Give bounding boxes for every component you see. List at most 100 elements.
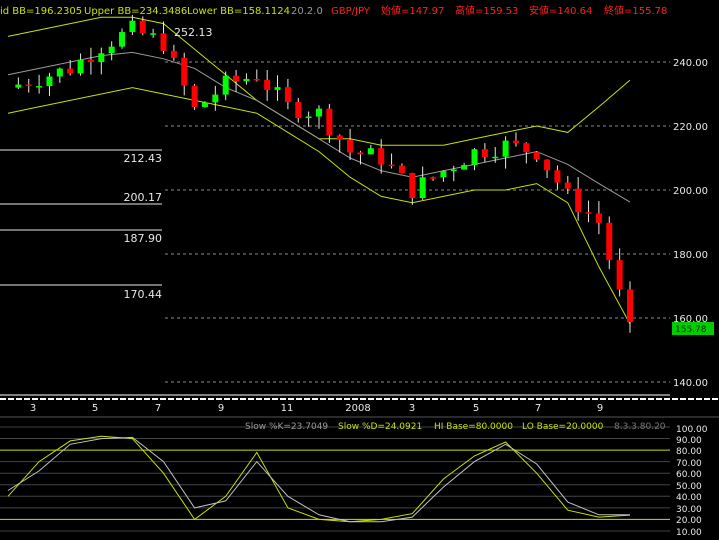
price-tick-180: 180.00 xyxy=(673,250,708,261)
osc-tick-30: 30.00 xyxy=(676,505,702,515)
slow-k-label: Slow %K=23.7049 xyxy=(245,422,328,432)
price-tick-140: 140.00 xyxy=(673,378,708,389)
candle-up xyxy=(316,108,322,117)
upper-bb-label: Upper BB=234.3486 xyxy=(84,6,187,17)
candle-down xyxy=(264,79,271,90)
candle-down xyxy=(533,152,540,160)
osc-axis: 100.00 90.00 80.00 70.00 60.00 50.00 40.… xyxy=(676,425,708,538)
candle-down xyxy=(233,75,240,82)
high-label: 高値=159.53 xyxy=(455,4,518,17)
candle-down xyxy=(409,172,416,199)
candle-down xyxy=(67,68,74,74)
candle-down xyxy=(378,148,385,165)
candle-up xyxy=(243,78,250,82)
symbol-label: GBP/JPY xyxy=(331,6,371,17)
candle-down xyxy=(398,165,405,173)
month-tick-3: 7 xyxy=(155,403,161,414)
close-label: 終値=155.78 xyxy=(604,4,667,17)
candle-up xyxy=(222,75,229,95)
month-tick-7: 3 xyxy=(409,403,415,414)
candle-up xyxy=(502,140,509,157)
candle-down xyxy=(326,108,333,136)
month-tick-1: 3 xyxy=(30,403,36,414)
candle-down xyxy=(595,213,602,223)
month-tick-6: 2008 xyxy=(345,403,370,414)
candle-down xyxy=(575,188,582,213)
candle-down xyxy=(357,152,364,155)
fib-label-3: 187.90 xyxy=(124,232,163,245)
candle-down xyxy=(606,222,613,261)
candle-up xyxy=(15,84,22,88)
osc-tick-20: 20.00 xyxy=(676,516,702,526)
candle-up xyxy=(367,148,374,155)
month-tick-2: 5 xyxy=(92,403,98,414)
candle-up xyxy=(440,171,447,178)
candle-up xyxy=(450,169,457,172)
candle-down xyxy=(564,182,571,189)
candle-up xyxy=(36,86,43,88)
candle-down xyxy=(388,164,395,167)
candle-down xyxy=(512,140,519,144)
osc-tick-90: 90.00 xyxy=(676,436,702,446)
price-panel[interactable] xyxy=(0,0,719,395)
month-tick-8: 5 xyxy=(473,403,479,414)
candle-down xyxy=(139,20,146,34)
candle-down xyxy=(585,212,592,214)
candle-down xyxy=(430,177,437,179)
low-label: 安値=140.64 xyxy=(529,4,592,17)
candle-up xyxy=(46,76,53,87)
candle-up xyxy=(77,59,84,74)
month-axis: 3 5 7 9 11 2008 3 5 7 9 xyxy=(30,403,603,414)
fib-label-4: 170.44 xyxy=(124,288,163,301)
candle-up xyxy=(471,149,478,165)
candle-up xyxy=(419,177,426,199)
candle-up xyxy=(150,33,157,35)
candle-down xyxy=(87,59,94,63)
candle-down xyxy=(523,143,530,153)
osc-tick-60: 60.00 xyxy=(676,470,702,480)
candle-up xyxy=(212,94,219,103)
candle-up xyxy=(274,87,281,90)
osc-tick-100: 100.00 xyxy=(676,425,708,435)
candle-up xyxy=(305,116,312,119)
candle-up xyxy=(98,53,105,63)
candle-up xyxy=(119,32,126,47)
price-tick-240: 240.00 xyxy=(673,58,708,69)
candle-down xyxy=(336,135,343,140)
candle-down xyxy=(616,260,623,290)
price-tick-220: 220.00 xyxy=(673,122,708,133)
candle-up xyxy=(201,102,208,108)
candle-down xyxy=(191,85,198,108)
osc-grid xyxy=(0,426,670,532)
osc-tick-80: 80.00 xyxy=(676,447,702,457)
candle-up xyxy=(492,156,499,159)
stoch-k-line xyxy=(7,435,631,523)
candlestick-chart[interactable]: 212.43 200.17 187.90 170.44 252.13 id BB… xyxy=(0,0,719,540)
candle-up xyxy=(56,68,63,77)
osc-tick-10: 10.00 xyxy=(676,528,702,538)
month-tick-10: 9 xyxy=(597,403,603,414)
candle-down xyxy=(284,87,291,103)
month-tick-4: 9 xyxy=(218,403,224,414)
candle-down xyxy=(554,170,561,183)
candle-up xyxy=(461,164,468,170)
candle-down xyxy=(544,159,551,171)
candle-down xyxy=(481,149,488,157)
osc-tick-40: 40.00 xyxy=(676,493,702,503)
candle-down xyxy=(295,102,302,119)
osc-tick-50: 50.00 xyxy=(676,482,702,492)
peak-label: 252.13 xyxy=(174,26,213,39)
candle-down xyxy=(253,78,260,81)
hi-base-label: HI Base=80.0000 xyxy=(434,422,513,432)
candle-down xyxy=(181,57,188,86)
candle-up xyxy=(129,20,136,33)
price-tag-label: 155.78 xyxy=(675,325,707,335)
candle-down xyxy=(627,289,633,323)
candle-down xyxy=(25,84,32,87)
lo-base-label: LO Base=20.0000 xyxy=(522,422,604,432)
osc-tick-70: 70.00 xyxy=(676,459,702,469)
candle-down xyxy=(347,139,354,153)
price-tick-200: 200.00 xyxy=(673,186,708,197)
candle-down xyxy=(160,33,167,51)
slow-d-label: Slow %D=24.0921 xyxy=(338,422,422,432)
